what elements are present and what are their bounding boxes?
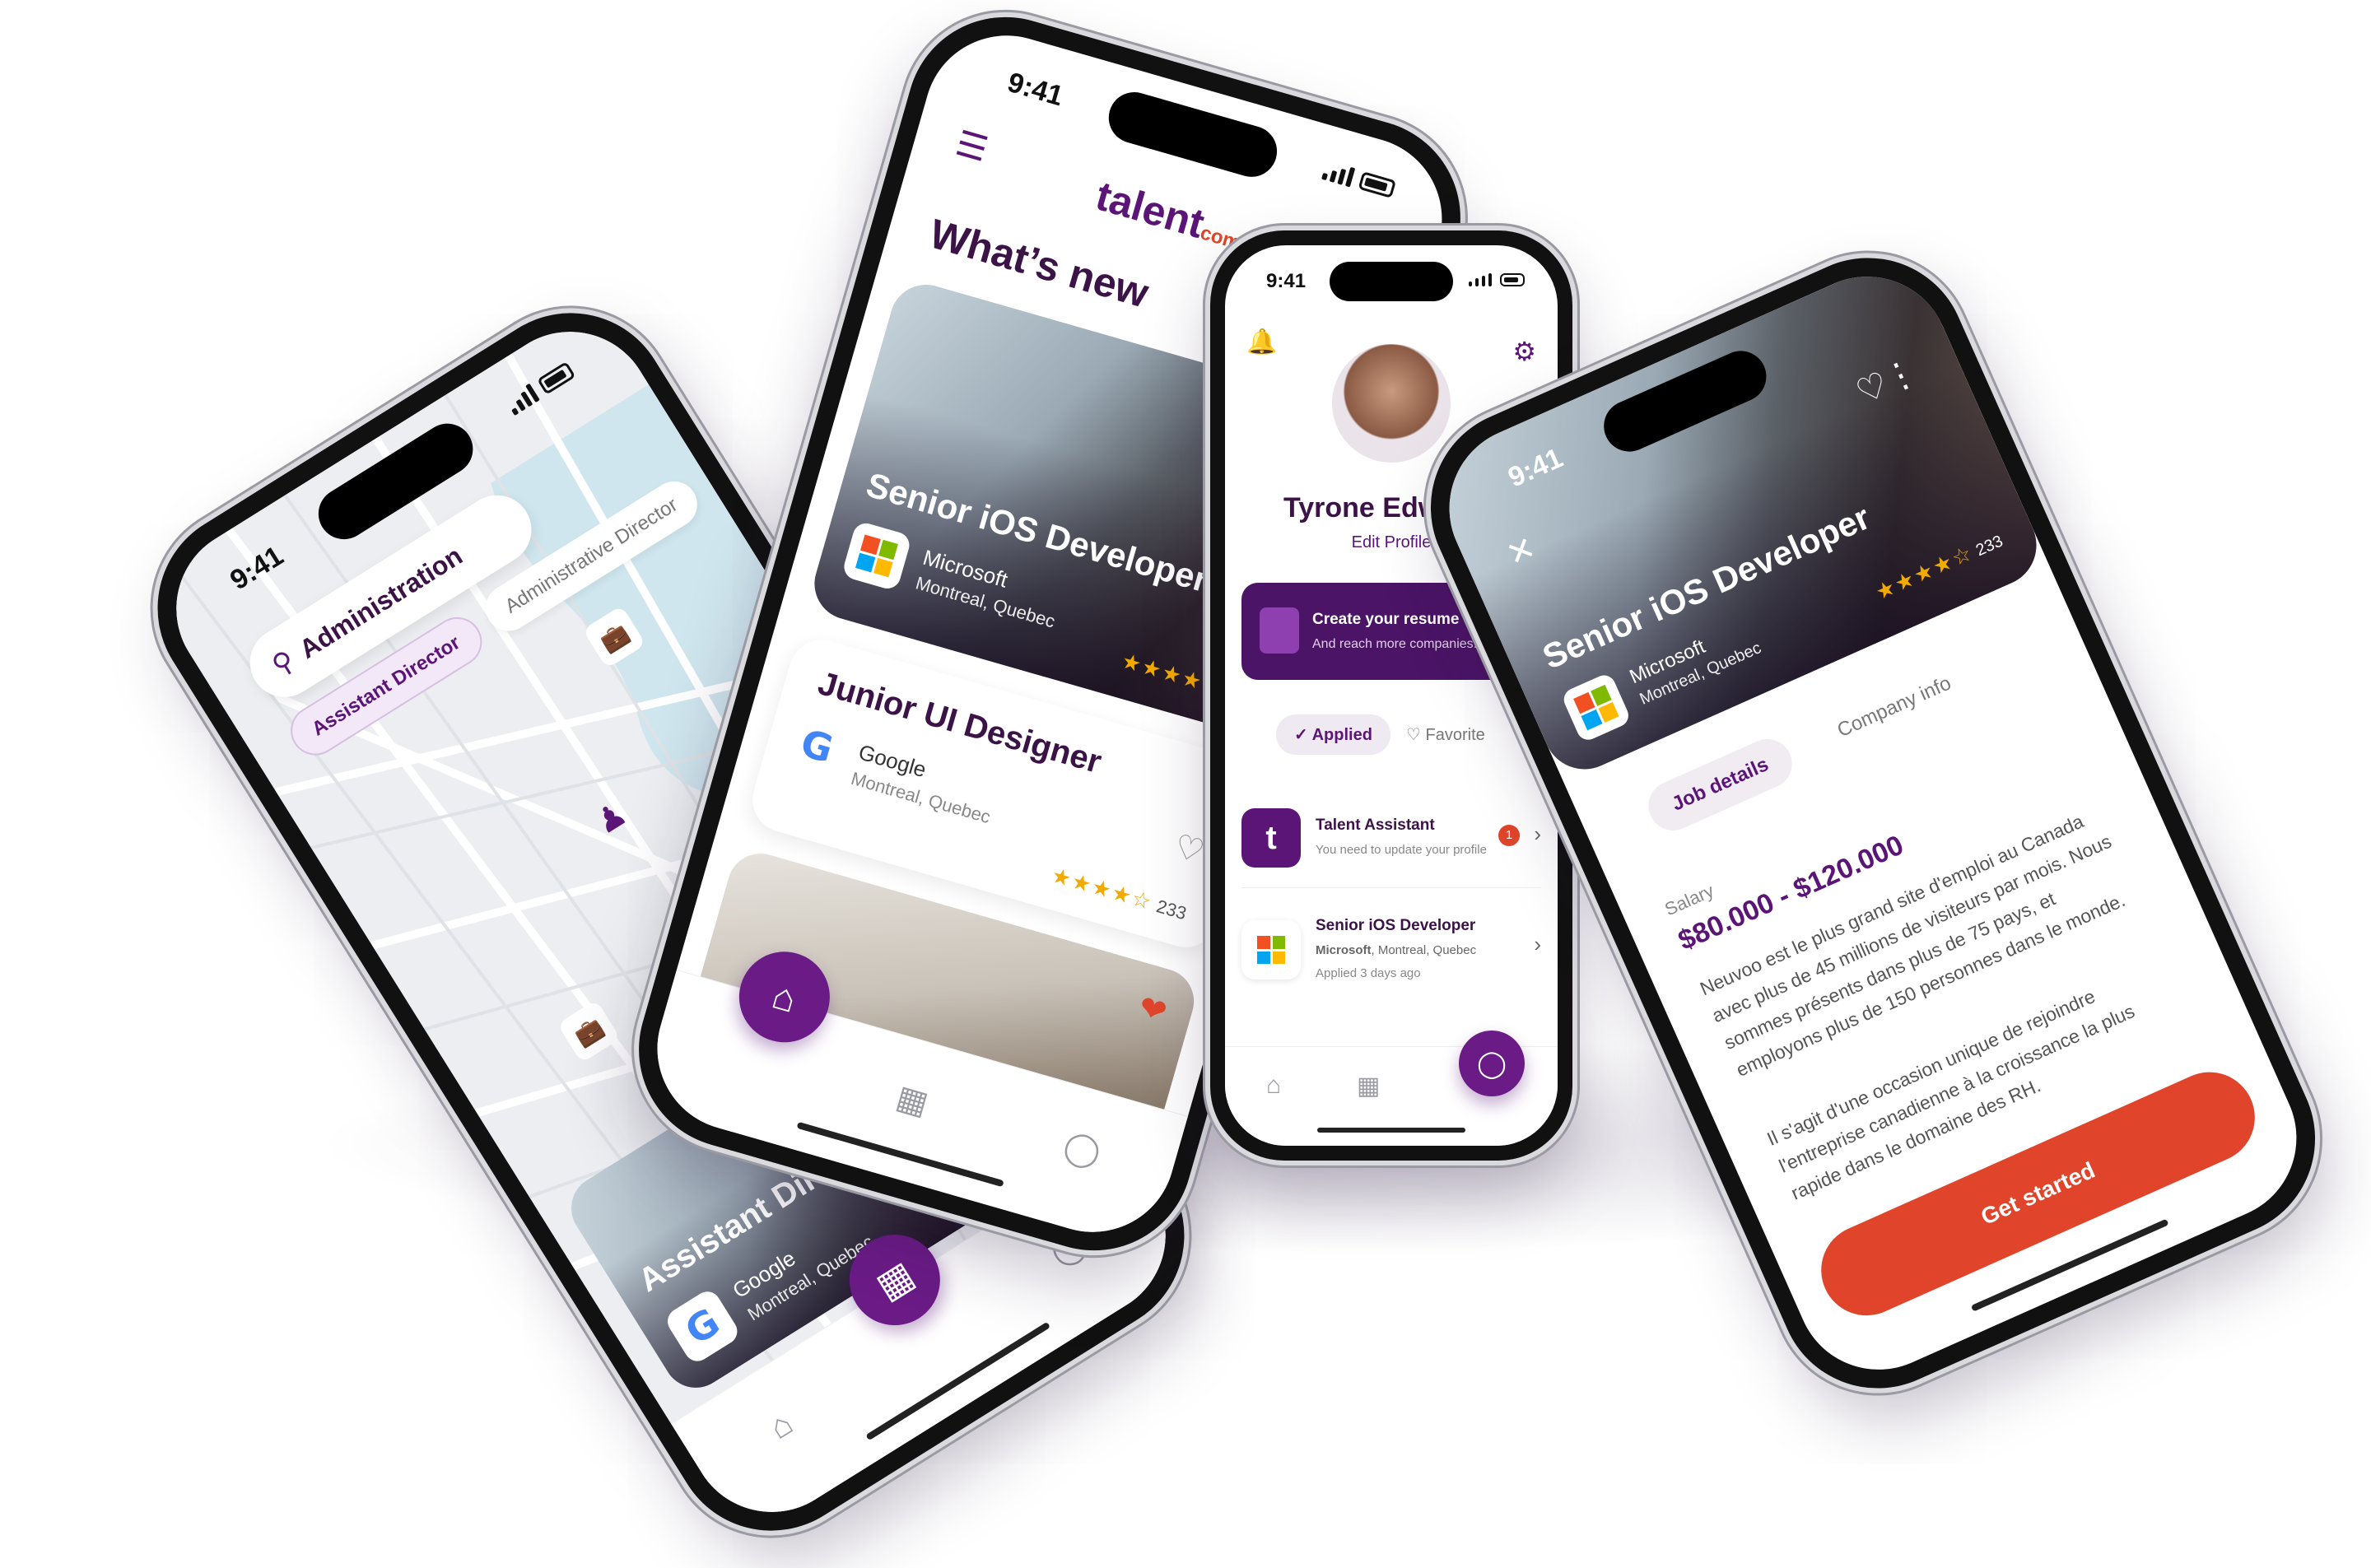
map-search-icon[interactable]: ▦ bbox=[892, 1078, 933, 1124]
item-subtitle: You need to update your profile bbox=[1316, 843, 1487, 857]
map-search-icon: ▦ bbox=[868, 1252, 922, 1308]
profile-icon[interactable]: ◯ bbox=[1060, 1126, 1106, 1173]
resume-icon bbox=[1260, 607, 1299, 654]
tab-label: Applied bbox=[1311, 726, 1372, 744]
tab-label: Company info bbox=[1833, 672, 1954, 742]
chevron-right-icon: › bbox=[1534, 932, 1541, 956]
item-location: , Montreal, Quebec bbox=[1371, 943, 1477, 957]
signal-icon bbox=[1469, 273, 1492, 286]
heart-icon: ♡ bbox=[1406, 726, 1421, 744]
battery-icon bbox=[1500, 273, 1525, 286]
list-item[interactable]: Senior iOS Developer Microsoft, Montreal… bbox=[1241, 904, 1541, 1011]
item-title: Senior iOS Developer bbox=[1316, 917, 1476, 934]
profile-button[interactable]: ◯ bbox=[1459, 1031, 1525, 1096]
gear-icon[interactable]: ⚙ bbox=[1512, 336, 1536, 367]
signal-icon bbox=[505, 383, 540, 416]
microsoft-logo bbox=[841, 520, 913, 592]
item-title: Talent Assistant bbox=[1316, 817, 1435, 834]
item-company: Microsoft bbox=[1316, 943, 1372, 957]
chevron-right-icon: › bbox=[1534, 821, 1541, 846]
notification-badge: 1 bbox=[1498, 825, 1520, 846]
item-company-row: Microsoft, Montreal, Quebec bbox=[1316, 943, 1476, 957]
heart-icon[interactable]: ❤ bbox=[1134, 988, 1172, 1031]
tab-label: Job details bbox=[1668, 753, 1772, 816]
logo-text: talent bbox=[1091, 172, 1209, 247]
tab-label: Favorite bbox=[1425, 726, 1485, 744]
home-icon: ⌂ bbox=[767, 973, 802, 1021]
search-icon: ⚲ bbox=[266, 644, 300, 682]
banner-subtitle: And reach more companies! bbox=[1312, 637, 1478, 651]
featured-title: Senior iOS Developer bbox=[862, 464, 1213, 600]
stars-icon: ★★★★☆ bbox=[1049, 862, 1156, 915]
home-indicator bbox=[796, 1121, 1004, 1188]
home-indicator bbox=[865, 1321, 1051, 1441]
talent-icon: t bbox=[1241, 808, 1301, 868]
item-meta: Applied 3 days ago bbox=[1316, 966, 1421, 980]
status-time: 9:41 bbox=[1266, 270, 1307, 292]
tab-favorite[interactable]: ♡ Favorite bbox=[1406, 724, 1485, 745]
profile-icon: ◯ bbox=[1477, 1049, 1507, 1078]
map-search-icon[interactable]: ▦ bbox=[1357, 1072, 1380, 1100]
tab-applied[interactable]: ✓ Applied bbox=[1276, 714, 1390, 755]
avatar[interactable] bbox=[1332, 344, 1451, 463]
check-icon: ✓ bbox=[1294, 726, 1308, 744]
google-logo: G bbox=[795, 720, 838, 772]
signal-icon bbox=[1321, 161, 1356, 188]
tab-company-info[interactable]: Company info bbox=[1834, 672, 1955, 742]
button-label: Get started bbox=[1977, 1156, 2099, 1231]
dynamic-island bbox=[1330, 262, 1453, 301]
microsoft-logo bbox=[1241, 920, 1301, 979]
home-icon[interactable]: ⌂ bbox=[763, 1405, 799, 1447]
bell-icon[interactable]: 🔔 bbox=[1246, 328, 1277, 356]
home-icon[interactable]: ⌂ bbox=[1266, 1072, 1281, 1100]
job-rating: ★★★★☆ 233 bbox=[1049, 863, 1190, 925]
list-item[interactable]: t Talent Assistant You need to update yo… bbox=[1241, 797, 1541, 888]
tab-job-details[interactable]: Job details bbox=[1640, 731, 1800, 839]
google-logo: G bbox=[662, 1287, 743, 1366]
battery-icon bbox=[1358, 171, 1396, 198]
heart-icon[interactable]: ♡ bbox=[1170, 827, 1209, 872]
rating-count: 233 bbox=[1153, 896, 1190, 924]
home-indicator bbox=[1317, 1128, 1465, 1133]
dynamic-island bbox=[1102, 86, 1283, 184]
status-time: 9:41 bbox=[1004, 66, 1067, 113]
